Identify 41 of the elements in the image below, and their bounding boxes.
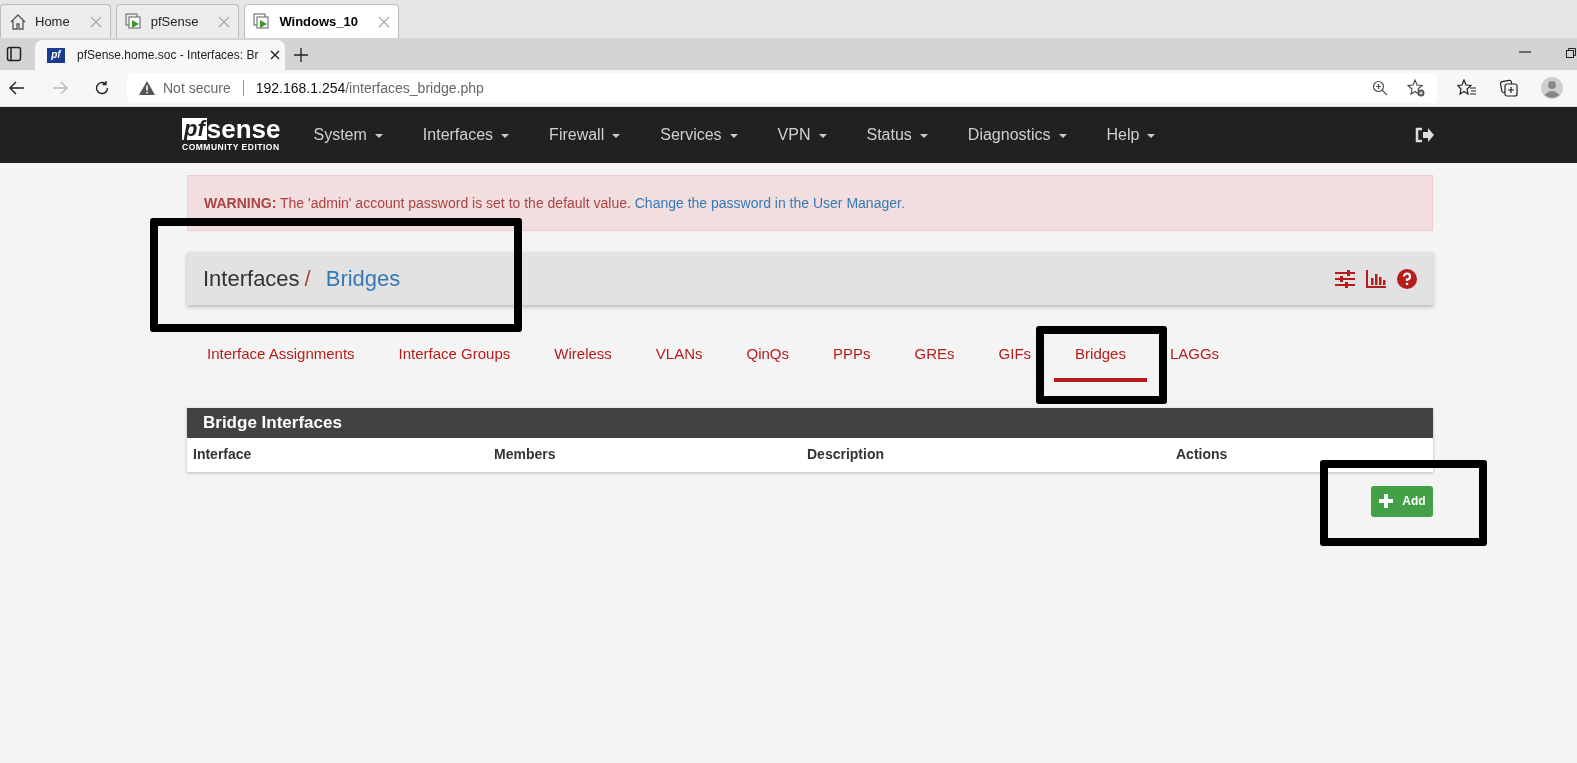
nav-menu-item[interactable]: Interfaces (406, 123, 526, 147)
url-text: 192.168.1.254/interfaces_bridge.php (255, 78, 484, 98)
breadcrumb-parent[interactable]: Interfaces (203, 262, 300, 295)
nav-menu-item[interactable]: Diagnostics (951, 123, 1083, 147)
breadcrumb-separator: / (304, 265, 311, 293)
vm-tab-label: pfSense (150, 12, 199, 31)
nav-tab[interactable]: PPPs (812, 335, 892, 382)
security-label: Not secure (163, 78, 231, 98)
nav-tab[interactable]: LAGGs (1148, 335, 1241, 382)
nav-tab[interactable]: VLANs (634, 335, 724, 382)
vm-tab[interactable]: Home (0, 4, 111, 38)
pfsense-favicon-icon: pf (47, 47, 65, 63)
nav-menu-item[interactable]: VPN (761, 123, 843, 147)
nav-menu-item[interactable]: Services (644, 123, 754, 147)
nav-tab[interactable]: GREs (893, 335, 976, 382)
nav-menu-item[interactable]: Help (1090, 123, 1172, 147)
breadcrumb-current[interactable]: Bridges (325, 262, 401, 295)
nav-tab[interactable]: QinQs (725, 335, 811, 382)
address-field[interactable]: Not secure 192.168.1.254/interfaces_bridge.php (127, 73, 1437, 103)
panel-title: Bridge Interfaces (203, 411, 342, 434)
nav-tab[interactable]: Wireless (533, 335, 633, 382)
vm-tab[interactable]: Windows_10 (244, 4, 399, 38)
column-header: Description (807, 445, 885, 464)
nav-menu-item[interactable]: Status (850, 123, 944, 147)
nav-menu-item[interactable]: Firewall (533, 123, 637, 147)
nav-menu-item[interactable]: System (297, 123, 399, 147)
change-password-link[interactable]: Change the password in the User Manager. (634, 194, 905, 211)
nav-tab[interactable]: Interface Groups (377, 335, 532, 382)
column-header: Interface (193, 445, 253, 464)
browser-tab-title: pfSense.home.soc - Interfaces: Br (77, 47, 259, 64)
vm-tab[interactable]: pfSense (115, 4, 240, 38)
nav-tab[interactable]: Bridges (1054, 335, 1147, 382)
column-header: Members (494, 445, 557, 464)
browser-tab[interactable]: pf pfSense.home.soc - Interfaces: Br (35, 40, 285, 70)
column-header: Actions (1176, 445, 1229, 464)
vm-tab-label: Windows_10 (279, 12, 358, 31)
vm-tab-label: Home (35, 12, 70, 31)
pfsense-logo[interactable]: pfsense COMMUNITY EDITION (182, 118, 281, 152)
nav-tab[interactable]: GIFs (977, 335, 1053, 382)
warning-message: WARNING: The 'admin' account password is set to the default value. Change the password in the User Manager. (204, 193, 905, 213)
nav-tab[interactable]: Interface Assignments (187, 335, 376, 382)
